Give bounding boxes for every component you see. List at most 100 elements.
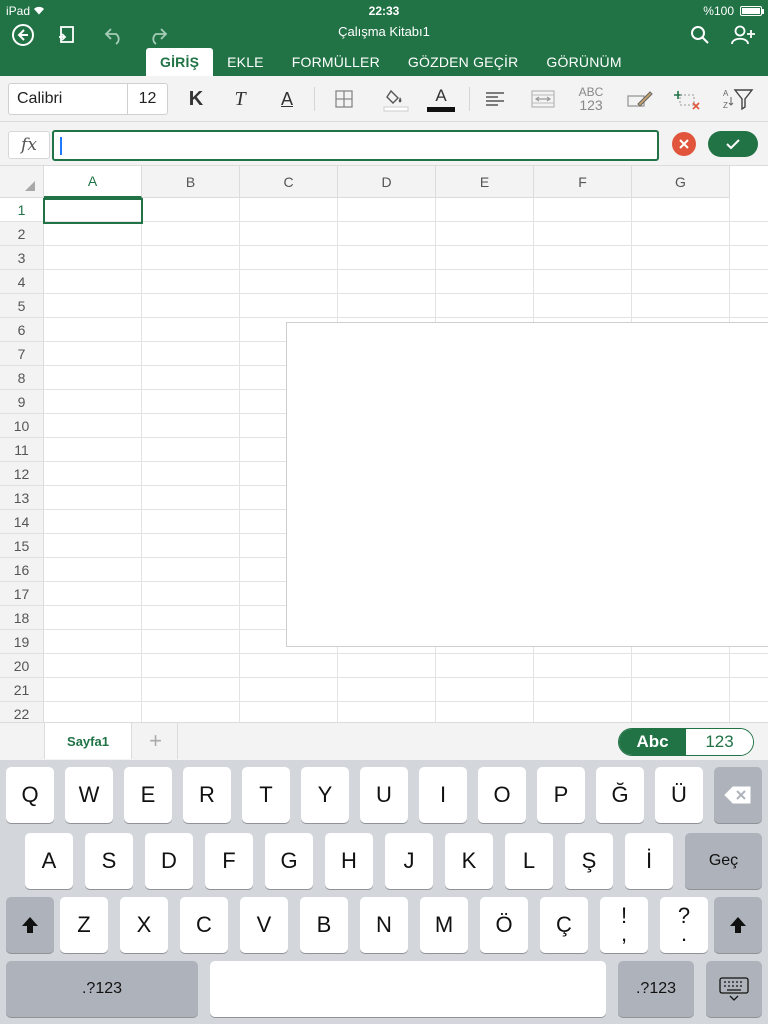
- underline-button[interactable]: A: [271, 84, 303, 114]
- cell-styles-brush-icon[interactable]: [624, 84, 656, 114]
- align-left-icon[interactable]: [479, 84, 511, 114]
- key[interactable]: S: [85, 833, 133, 889]
- numbers-key-right[interactable]: .?123: [618, 961, 694, 1017]
- column-header[interactable]: F: [534, 166, 632, 198]
- sheet-tab-sayfa1[interactable]: Sayfa1: [44, 723, 132, 759]
- key[interactable]: J: [385, 833, 433, 889]
- key[interactable]: Ç: [540, 897, 588, 953]
- tab-insert[interactable]: EKLE: [213, 48, 278, 76]
- row-header[interactable]: 6: [0, 318, 44, 342]
- key[interactable]: P: [537, 767, 585, 823]
- back-icon[interactable]: [10, 22, 36, 48]
- row-header[interactable]: 15: [0, 534, 44, 558]
- row-header[interactable]: 3: [0, 246, 44, 270]
- insert-delete-cells-icon[interactable]: [672, 84, 704, 114]
- row-header[interactable]: 2: [0, 222, 44, 246]
- key[interactable]: D: [145, 833, 193, 889]
- undo-icon[interactable]: [101, 22, 127, 48]
- cancel-entry-button[interactable]: [672, 132, 696, 156]
- space-key[interactable]: [210, 961, 606, 1017]
- sort-filter-icon[interactable]: AZ: [722, 84, 754, 114]
- tab-home[interactable]: GİRİŞ: [146, 48, 214, 76]
- go-key[interactable]: Geç: [685, 833, 762, 889]
- hide-keyboard-key[interactable]: [706, 961, 762, 1017]
- active-cell-a1[interactable]: [43, 198, 143, 224]
- row-header[interactable]: 4: [0, 270, 44, 294]
- row-header[interactable]: 11: [0, 438, 44, 462]
- share-person-add-icon[interactable]: [730, 22, 756, 48]
- key[interactable]: A: [25, 833, 73, 889]
- shift-key-right[interactable]: [714, 897, 762, 953]
- row-header[interactable]: 18: [0, 606, 44, 630]
- font-picker[interactable]: Calibri 12: [8, 83, 168, 115]
- formula-input[interactable]: [52, 130, 659, 161]
- tab-review[interactable]: GÖZDEN GEÇİR: [394, 48, 533, 76]
- row-header[interactable]: 17: [0, 582, 44, 606]
- key[interactable]: Y: [301, 767, 349, 823]
- key[interactable]: W: [65, 767, 113, 823]
- key[interactable]: O: [478, 767, 526, 823]
- column-header[interactable]: G: [632, 166, 730, 198]
- row-header[interactable]: 20: [0, 654, 44, 678]
- row-header[interactable]: 21: [0, 678, 44, 702]
- confirm-entry-button[interactable]: [708, 131, 758, 157]
- key[interactable]: N: [360, 897, 408, 953]
- column-header[interactable]: E: [436, 166, 534, 198]
- key[interactable]: Z: [60, 897, 108, 953]
- font-name[interactable]: Calibri: [9, 90, 127, 108]
- row-header[interactable]: 5: [0, 294, 44, 318]
- key[interactable]: Ğ: [596, 767, 644, 823]
- row-header[interactable]: 10: [0, 414, 44, 438]
- row-header[interactable]: 7: [0, 342, 44, 366]
- numbers-key-left[interactable]: .?123: [6, 961, 198, 1017]
- column-header[interactable]: C: [240, 166, 338, 198]
- key[interactable]: V: [240, 897, 288, 953]
- key[interactable]: Ş: [565, 833, 613, 889]
- column-header[interactable]: A: [44, 166, 142, 198]
- search-icon[interactable]: [687, 22, 713, 48]
- key[interactable]: Ü: [655, 767, 703, 823]
- font-color-button[interactable]: A: [425, 84, 457, 114]
- borders-icon[interactable]: [328, 84, 360, 114]
- row-header[interactable]: 22: [0, 702, 44, 722]
- key[interactable]: G: [265, 833, 313, 889]
- file-sync-icon[interactable]: [54, 22, 80, 48]
- font-size[interactable]: 12: [127, 84, 167, 114]
- key[interactable]: Ö: [480, 897, 528, 953]
- row-header[interactable]: 16: [0, 558, 44, 582]
- tab-formulas[interactable]: FORMÜLLER: [278, 48, 394, 76]
- key[interactable]: F: [205, 833, 253, 889]
- column-header[interactable]: B: [142, 166, 240, 198]
- abc-mode-button[interactable]: Abc: [619, 729, 686, 755]
- add-sheet-button[interactable]: +: [134, 723, 178, 759]
- bold-button[interactable]: K: [180, 84, 212, 114]
- column-header[interactable]: D: [338, 166, 436, 198]
- redo-icon[interactable]: [145, 22, 171, 48]
- row-header[interactable]: 13: [0, 486, 44, 510]
- italic-button[interactable]: T: [224, 84, 256, 114]
- key[interactable]: X: [120, 897, 168, 953]
- row-header[interactable]: 19: [0, 630, 44, 654]
- backspace-key[interactable]: [714, 767, 762, 823]
- numeric-mode-button[interactable]: 123: [686, 729, 753, 755]
- row-header[interactable]: 14: [0, 510, 44, 534]
- key[interactable]: H: [325, 833, 373, 889]
- key[interactable]: U: [360, 767, 408, 823]
- key[interactable]: İ: [625, 833, 673, 889]
- key[interactable]: C: [180, 897, 228, 953]
- row-header[interactable]: 8: [0, 366, 44, 390]
- key[interactable]: I: [419, 767, 467, 823]
- punctuation-key[interactable]: ? .: [660, 897, 708, 953]
- function-button[interactable]: fx: [8, 131, 50, 159]
- key[interactable]: Q: [6, 767, 54, 823]
- key[interactable]: K: [445, 833, 493, 889]
- fill-color-icon[interactable]: [380, 84, 412, 114]
- key[interactable]: R: [183, 767, 231, 823]
- shift-key-left[interactable]: [6, 897, 54, 953]
- row-header[interactable]: 9: [0, 390, 44, 414]
- key[interactable]: M: [420, 897, 468, 953]
- select-all-corner[interactable]: [0, 166, 44, 198]
- row-header[interactable]: 1: [0, 198, 44, 222]
- key[interactable]: T: [242, 767, 290, 823]
- merge-wrap-icon[interactable]: [527, 84, 559, 114]
